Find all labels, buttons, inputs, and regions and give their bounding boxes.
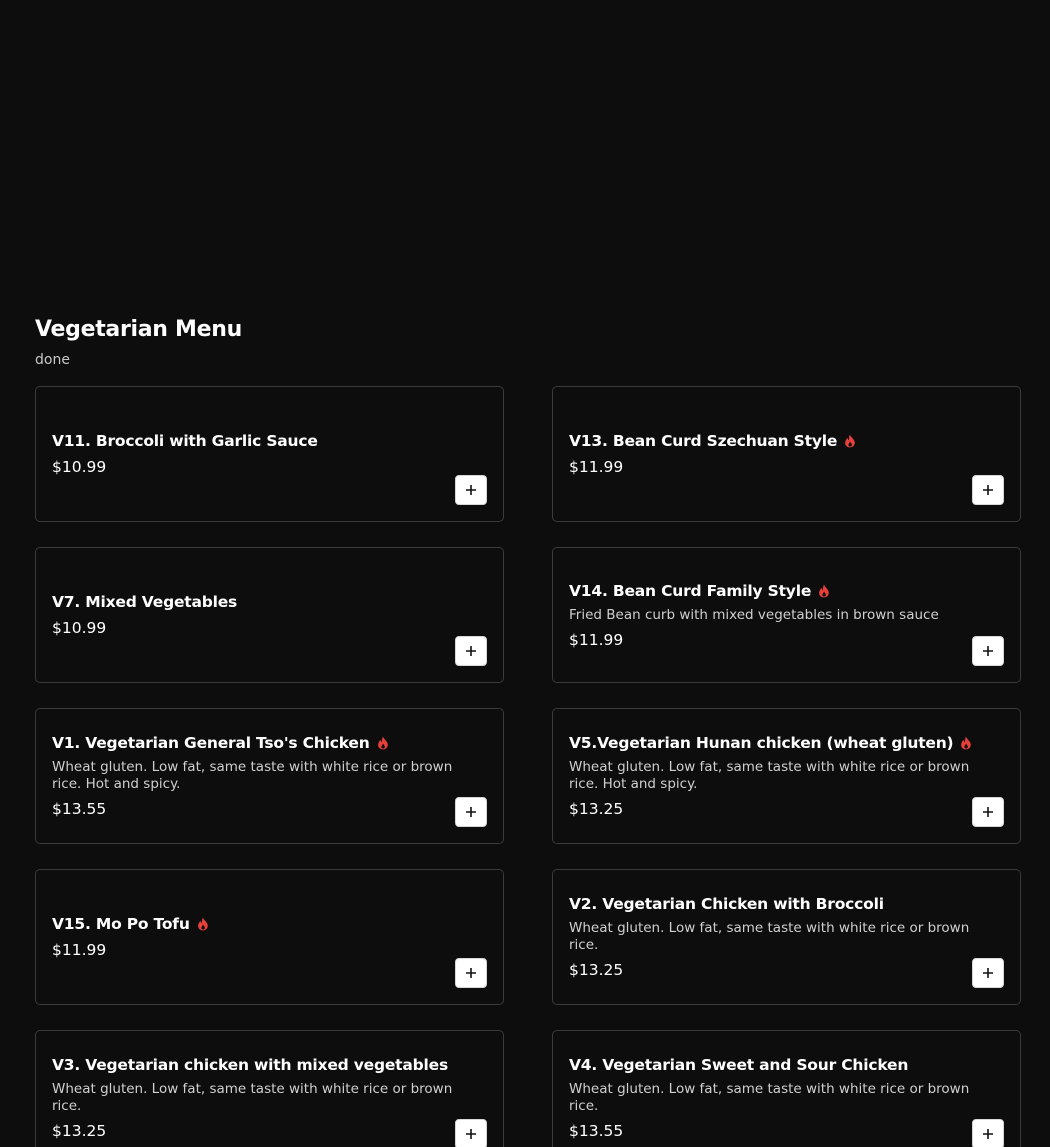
menu-item-name: V15. Mo Po Tofu bbox=[52, 915, 190, 933]
menu-item-name-row: V11. Broccoli with Garlic Sauce bbox=[52, 431, 487, 451]
menu-item-price: $13.25 bbox=[569, 961, 624, 979]
add-to-cart-button[interactable] bbox=[455, 636, 487, 666]
add-to-cart-button[interactable] bbox=[455, 475, 487, 505]
menu-item-name-row: V2. Vegetarian Chicken with Broccoli bbox=[569, 894, 1004, 914]
menu-item-price: $13.55 bbox=[52, 800, 107, 818]
plus-icon bbox=[466, 485, 476, 495]
menu-item-name-row: V13. Bean Curd Szechuan Style bbox=[569, 431, 1004, 451]
add-to-cart-button[interactable] bbox=[972, 1119, 1004, 1147]
menu-item-name: V13. Bean Curd Szechuan Style bbox=[569, 432, 838, 450]
menu-item-price: $10.99 bbox=[52, 619, 107, 637]
add-to-cart-button[interactable] bbox=[972, 797, 1004, 827]
menu-item-name: V5.Vegetarian Hunan chicken (wheat glute… bbox=[569, 734, 954, 752]
plus-icon bbox=[983, 807, 993, 817]
menu-item-name: V11. Broccoli with Garlic Sauce bbox=[52, 432, 318, 450]
menu-item-name-row: V1. Vegetarian General Tso's Chicken bbox=[52, 733, 487, 753]
add-to-cart-button[interactable] bbox=[972, 636, 1004, 666]
add-to-cart-button[interactable] bbox=[455, 1119, 487, 1147]
menu-item-description: Wheat gluten. Low fat, same taste with w… bbox=[569, 1081, 970, 1114]
plus-icon bbox=[466, 968, 476, 978]
add-to-cart-button[interactable] bbox=[455, 797, 487, 827]
menu-item-price: $11.99 bbox=[569, 630, 624, 649]
menu-item-card[interactable]: V11. Broccoli with Garlic Sauce $10.99 bbox=[35, 386, 504, 522]
plus-icon bbox=[466, 1129, 476, 1139]
add-to-cart-button[interactable] bbox=[455, 958, 487, 988]
menu-item-price: $13.25 bbox=[52, 1122, 107, 1140]
menu-item-card[interactable]: V14. Bean Curd Family Style Fried Bean c… bbox=[552, 547, 1021, 683]
menu-page: Vegetarian Menu done V11. Broccoli with … bbox=[0, 0, 1050, 1147]
menu-item-description: Fried Bean curb with mixed vegetables in… bbox=[569, 606, 939, 623]
menu-item-card[interactable]: V4. Vegetarian Sweet and Sour Chicken Wh… bbox=[552, 1030, 1021, 1147]
section-title: Vegetarian Menu bbox=[35, 317, 242, 342]
menu-item-name-row: V5.Vegetarian Hunan chicken (wheat glute… bbox=[569, 733, 1004, 753]
menu-item-name: V2. Vegetarian Chicken with Broccoli bbox=[569, 895, 884, 913]
menu-item-card[interactable]: V15. Mo Po Tofu $11.99 bbox=[35, 869, 504, 1005]
menu-item-description: Wheat gluten. Low fat, same taste with w… bbox=[52, 1081, 453, 1114]
menu-item-card[interactable]: V7. Mixed Vegetables $10.99 bbox=[35, 547, 504, 683]
menu-item-name-row: V4. Vegetarian Sweet and Sour Chicken bbox=[569, 1055, 1004, 1075]
plus-icon bbox=[983, 485, 993, 495]
menu-item-description: Wheat gluten. Low fat, same taste with w… bbox=[569, 759, 970, 792]
menu-item-card[interactable]: V3. Vegetarian chicken with mixed vegeta… bbox=[35, 1030, 504, 1147]
menu-item-card[interactable]: V13. Bean Curd Szechuan Style $11.99 bbox=[552, 386, 1021, 522]
menu-item-price: $13.25 bbox=[569, 800, 624, 818]
flame-icon bbox=[377, 736, 388, 750]
add-to-cart-button[interactable] bbox=[972, 475, 1004, 505]
plus-icon bbox=[466, 807, 476, 817]
menu-item-price: $11.99 bbox=[569, 458, 624, 476]
menu-item-card[interactable]: V2. Vegetarian Chicken with Broccoli Whe… bbox=[552, 869, 1021, 1005]
menu-item-name-row: V14. Bean Curd Family Style bbox=[569, 581, 1004, 601]
menu-item-name: V14. Bean Curd Family Style bbox=[569, 581, 812, 600]
menu-item-name: V3. Vegetarian chicken with mixed vegeta… bbox=[52, 1056, 448, 1074]
plus-icon bbox=[983, 968, 993, 978]
plus-icon bbox=[983, 646, 993, 656]
menu-item-card[interactable]: V1. Vegetarian General Tso's Chicken Whe… bbox=[35, 708, 504, 844]
plus-icon bbox=[466, 646, 476, 656]
menu-item-grid: V11. Broccoli with Garlic Sauce $10.99 V… bbox=[35, 386, 1021, 1147]
plus-icon bbox=[983, 1129, 993, 1139]
menu-item-name-row: V3. Vegetarian chicken with mixed vegeta… bbox=[52, 1055, 487, 1075]
add-to-cart-button[interactable] bbox=[972, 958, 1004, 988]
section-subtitle: done bbox=[35, 352, 70, 368]
menu-item-price: $11.99 bbox=[52, 941, 107, 959]
menu-item-name-row: V15. Mo Po Tofu bbox=[52, 914, 487, 934]
menu-item-description: Wheat gluten. Low fat, same taste with w… bbox=[569, 920, 970, 953]
menu-item-name-row: V7. Mixed Vegetables bbox=[52, 592, 487, 612]
menu-item-name: V4. Vegetarian Sweet and Sour Chicken bbox=[569, 1056, 909, 1074]
menu-item-name: V1. Vegetarian General Tso's Chicken bbox=[52, 734, 370, 752]
menu-item-name: V7. Mixed Vegetables bbox=[52, 593, 238, 611]
flame-icon bbox=[961, 736, 972, 750]
menu-item-price: $10.99 bbox=[52, 458, 107, 476]
section-header: Vegetarian Menu done bbox=[35, 312, 242, 369]
flame-icon bbox=[819, 584, 829, 597]
menu-item-description: Wheat gluten. Low fat, same taste with w… bbox=[52, 759, 453, 792]
menu-item-card[interactable]: V5.Vegetarian Hunan chicken (wheat glute… bbox=[552, 708, 1021, 844]
flame-icon bbox=[845, 434, 855, 448]
menu-item-price: $13.55 bbox=[569, 1122, 624, 1140]
flame-icon bbox=[197, 917, 208, 931]
